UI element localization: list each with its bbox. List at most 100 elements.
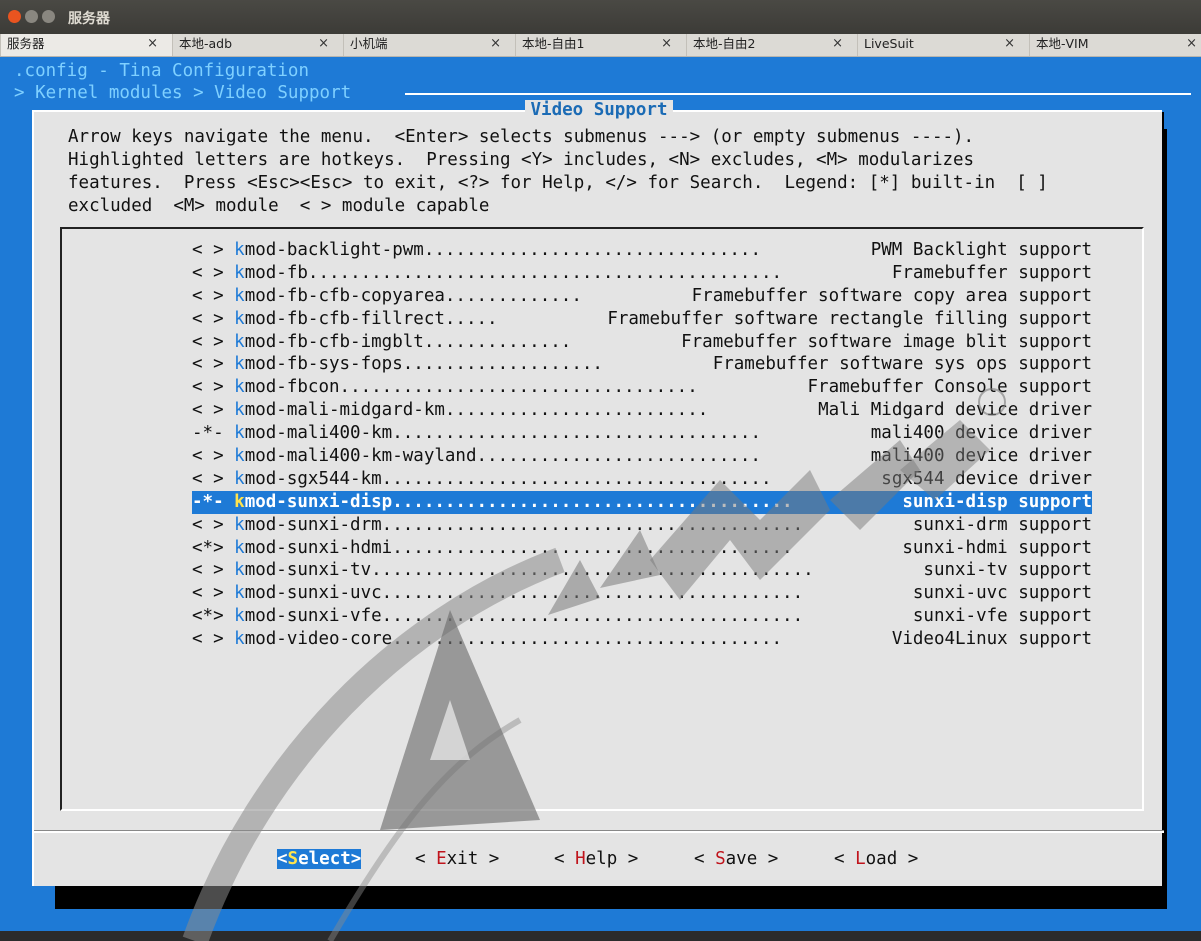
item-state[interactable]: <*> — [192, 538, 224, 558]
tab-2[interactable]: 小机端 × — [343, 34, 515, 56]
menu-item-kmod-sunxi-tv[interactable]: < > kmod-sunxi-tv.......................… — [192, 559, 1092, 582]
tab-label: LiveSuit — [864, 36, 914, 51]
item-name: mod-backlight-pwm — [244, 240, 424, 260]
button-hotkey: H — [575, 849, 586, 869]
item-hotkey: k — [234, 629, 245, 650]
tab-0[interactable]: 服务器 × — [0, 34, 172, 56]
menu-item-kmod-video-core[interactable]: < > kmod-video-core.....................… — [192, 628, 1092, 651]
tab-close-icon[interactable]: × — [1186, 34, 1197, 54]
item-description: Framebuffer software rectangle filling s… — [607, 308, 1092, 329]
item-hotkey: k — [234, 583, 245, 604]
tab-3[interactable]: 本地-自由1 × — [515, 34, 686, 56]
item-name: mod-sunxi-uvc — [244, 583, 382, 604]
item-leader-dots: ............. — [444, 285, 582, 306]
tab-close-icon[interactable]: × — [147, 34, 158, 54]
button-label: elp > — [585, 849, 639, 869]
menu-list-box: < > kmod-backlight-pwm..................… — [60, 227, 1144, 811]
tab-close-icon[interactable]: × — [318, 34, 329, 54]
button-label: oad > — [865, 849, 919, 869]
item-name: mod-sgx544-km — [244, 468, 382, 489]
maximize-window-icon[interactable] — [42, 10, 55, 23]
menu-item-kmod-fb-sys-fops[interactable]: < > kmod-fb-sys-fops................... F… — [192, 353, 1092, 376]
item-hotkey: k — [234, 468, 245, 489]
window-titlebar: 服务器 — [0, 0, 1201, 34]
item-name: mod-sunxi-drm — [244, 514, 382, 535]
menu-item-kmod-sunxi-drm[interactable]: < > kmod-sunxi-drm......................… — [192, 514, 1092, 537]
menu-item-kmod-sunxi-uvc[interactable]: < > kmod-sunxi-uvc......................… — [192, 582, 1092, 605]
menu-item-kmod-fb-cfb-fillrect[interactable]: < > kmod-fb-cfb-fillrect..... Framebuffer… — [192, 308, 1092, 331]
tab-label: 服务器 — [7, 36, 45, 51]
item-state[interactable]: < > — [192, 309, 224, 329]
item-name: mod-video-core — [244, 629, 393, 650]
config-title: .config - Tina Configuration — [14, 61, 310, 81]
item-hotkey: k — [234, 240, 245, 260]
item-description: sunxi-disp support — [902, 491, 1092, 512]
help-button[interactable]: < Help > — [554, 849, 638, 869]
terminal-area[interactable]: .config - Tina Configuration > Kernel mo… — [0, 57, 1201, 941]
menu-item-kmod-fb-cfb-imgblt[interactable]: < > kmod-fb-cfb-imgblt.............. Fram… — [192, 331, 1092, 354]
load-button[interactable]: < Load > — [834, 849, 918, 869]
menu-item-kmod-sgx544-km[interactable]: < > kmod-sgx544-km......................… — [192, 468, 1092, 491]
minimize-window-icon[interactable] — [25, 10, 38, 23]
tab-4[interactable]: 本地-自由2 × — [686, 34, 857, 56]
close-window-icon[interactable] — [8, 10, 21, 23]
tab-close-icon[interactable]: × — [661, 34, 672, 54]
item-description: sunxi-hdmi support — [902, 537, 1092, 558]
item-leader-dots: .................................. — [339, 377, 698, 398]
item-state[interactable]: < > — [192, 515, 224, 535]
button-hotkey: S — [287, 849, 299, 869]
menu-item-kmod-mali400-km-wayland[interactable]: < > kmod-mali400-km-wayland.............… — [192, 445, 1092, 468]
item-state[interactable]: < > — [192, 263, 224, 283]
item-state[interactable]: < > — [192, 560, 224, 580]
menu-item-kmod-fb[interactable]: < > kmod-fb.............................… — [192, 262, 1092, 285]
button-bracket: < — [554, 849, 576, 869]
item-state[interactable]: < > — [192, 377, 224, 397]
item-state[interactable]: < > — [192, 446, 224, 466]
window-title: 服务器 — [68, 11, 110, 27]
item-leader-dots: ..................................... — [392, 629, 783, 650]
tab-1[interactable]: 本地-adb × — [172, 34, 343, 56]
select-button[interactable]: <Select> — [277, 849, 362, 869]
item-state[interactable]: < > — [192, 332, 224, 352]
menu-item-kmod-backlight-pwm[interactable]: < > kmod-backlight-pwm..................… — [192, 239, 1092, 262]
tab-close-icon[interactable]: × — [832, 34, 843, 54]
item-name: mod-fb-cfb-copyarea — [244, 285, 445, 306]
item-leader-dots: ........................................… — [371, 560, 814, 581]
dialog-title: Video Support — [34, 100, 1164, 120]
menu-item-kmod-sunxi-hdmi[interactable]: <*> kmod-sunxi-hdmi.....................… — [192, 537, 1092, 560]
tab-6[interactable]: 本地-VIM × — [1029, 34, 1201, 56]
item-leader-dots: ................... — [402, 354, 603, 375]
item-state[interactable]: < > — [192, 629, 224, 649]
item-description: sgx544 device driver — [881, 468, 1092, 489]
tab-close-icon[interactable]: × — [1004, 34, 1015, 54]
item-description: Framebuffer Console support — [807, 377, 1092, 398]
item-description: Framebuffer software copy area support — [691, 285, 1092, 306]
menu-item-kmod-mali400-km[interactable]: -*- kmod-mali400-km.....................… — [192, 422, 1092, 445]
item-name: mod-mali-midgard-km — [244, 400, 445, 421]
item-state[interactable]: < > — [192, 469, 224, 489]
item-name: mod-fb-cfb-fillrect — [244, 308, 445, 329]
menu-item-kmod-mali-midgard-km[interactable]: < > kmod-mali-midgard-km................… — [192, 399, 1092, 422]
item-description: Mali Midgard device driver — [818, 400, 1092, 421]
menu-item-kmod-sunxi-vfe[interactable]: <*> kmod-sunxi-vfe......................… — [192, 605, 1092, 628]
item-state[interactable]: < > — [192, 400, 224, 420]
menu-item-kmod-fbcon[interactable]: < > kmod-fbcon..........................… — [192, 376, 1092, 399]
item-state[interactable]: -*- — [192, 492, 224, 512]
item-hotkey: k — [234, 400, 245, 421]
item-state[interactable]: -*- — [192, 423, 224, 443]
item-state[interactable]: < > — [192, 354, 224, 374]
item-state[interactable]: < > — [192, 240, 224, 260]
save-button[interactable]: < Save > — [694, 849, 778, 869]
tab-5[interactable]: LiveSuit × — [857, 34, 1029, 56]
button-hotkey: L — [855, 849, 866, 869]
item-description: sunxi-vfe support — [912, 606, 1092, 627]
menu-item-kmod-sunxi-disp[interactable]: -*- kmod-sunxi-disp.....................… — [192, 490, 1092, 514]
tab-close-icon[interactable]: × — [490, 34, 501, 54]
item-state[interactable]: < > — [192, 583, 224, 603]
menu-item-kmod-fb-cfb-copyarea[interactable]: < > kmod-fb-cfb-copyarea............. Fra… — [192, 285, 1092, 308]
item-description: Framebuffer support — [891, 262, 1092, 283]
exit-button[interactable]: < Exit > — [415, 849, 499, 869]
item-state[interactable]: <*> — [192, 606, 224, 626]
item-state[interactable]: < > — [192, 286, 224, 306]
button-bracket: < — [277, 849, 288, 869]
